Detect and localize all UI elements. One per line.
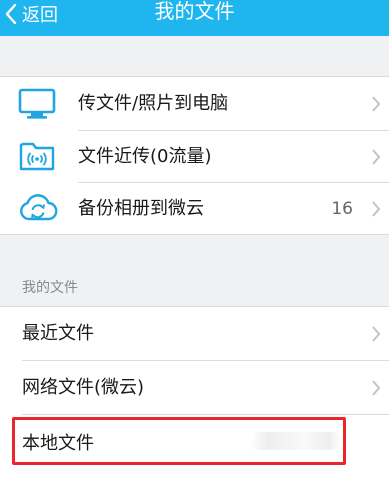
nav-bar: 返回 我的文件 — [0, 0, 389, 36]
chevron-right-icon — [372, 149, 381, 165]
nearby-transfer-row[interactable]: 文件近传(0流量) — [0, 131, 389, 183]
highlight-box — [12, 417, 346, 465]
monitor-icon — [18, 88, 56, 119]
cloud-sync-icon — [20, 194, 58, 221]
row-label: 文件近传(0流量) — [78, 146, 212, 167]
recent-files-row[interactable]: 最近文件 — [0, 307, 389, 361]
transfer-group: 传文件/照片到电脑 文件近传(0流量) 备份相册到微云 16 — [0, 76, 389, 235]
section-header-my-files: 我的文件 — [22, 280, 78, 296]
my-files-screen: 返回 我的文件 传文件/照片到电脑 文件近传(0流量) 备份相册到微云 16 我… — [0, 0, 389, 491]
row-label: 备份相册到微云 — [78, 198, 204, 219]
row-label: 最近文件 — [22, 323, 94, 344]
page-title: 我的文件 — [154, 0, 235, 23]
backup-count: 16 — [331, 199, 353, 219]
backup-album-row[interactable]: 备份相册到微云 16 — [0, 183, 389, 235]
chevron-right-icon — [372, 96, 381, 112]
row-label: 网络文件(微云) — [22, 377, 145, 398]
row-label: 传文件/照片到电脑 — [78, 93, 229, 114]
cloud-files-row[interactable]: 网络文件(微云) — [0, 361, 389, 415]
chevron-right-icon — [372, 326, 381, 342]
wireless-folder-icon — [19, 142, 55, 171]
transfer-to-pc-row[interactable]: 传文件/照片到电脑 — [0, 77, 389, 131]
chevron-right-icon — [372, 380, 381, 396]
chevron-right-icon — [372, 201, 381, 217]
